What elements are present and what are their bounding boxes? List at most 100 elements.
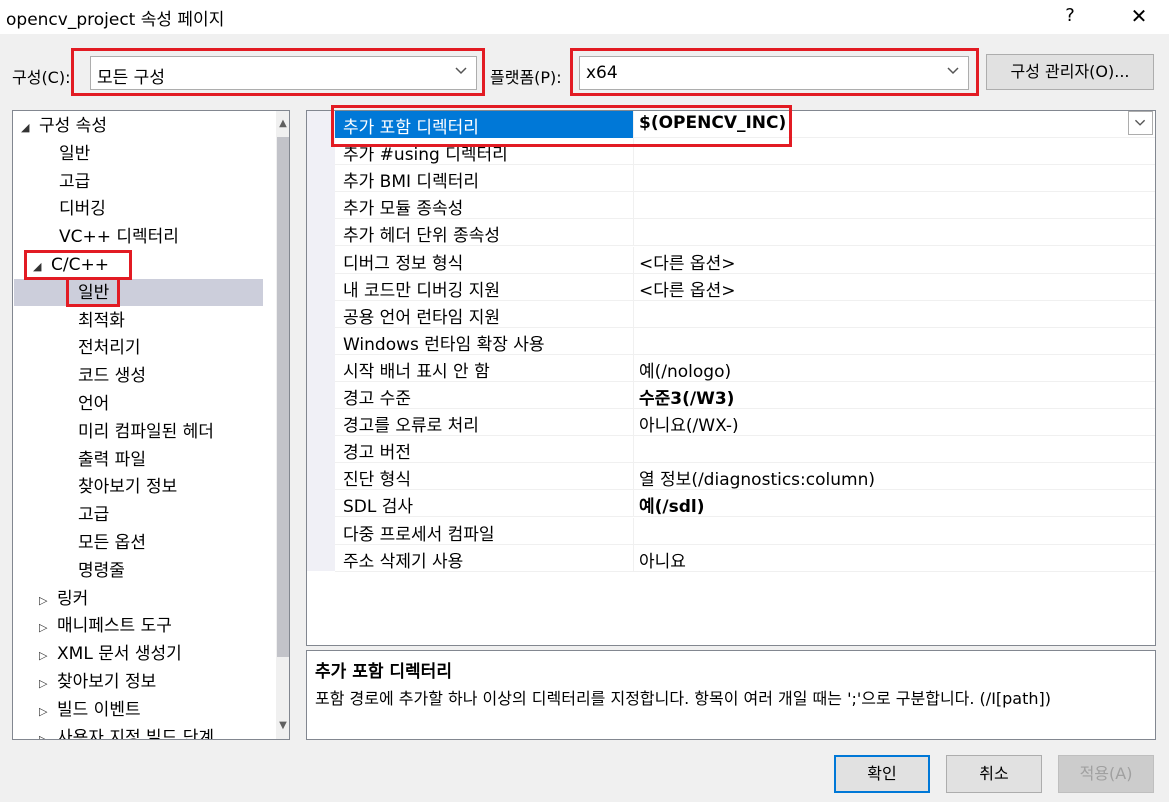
collapsed-arrow-icon[interactable]: ▷ xyxy=(39,587,57,614)
tree-item[interactable]: ▷ 링커 xyxy=(19,586,88,613)
property-row[interactable]: 경고를 오류로 처리 아니요(/WX-) xyxy=(335,409,1155,437)
property-row[interactable]: 추가 헤더 단위 종속성 xyxy=(335,219,1155,247)
help-button[interactable]: ? xyxy=(1055,3,1085,29)
tree-item-label: 빌드 이벤트 xyxy=(57,699,141,720)
column-separator xyxy=(633,246,634,274)
column-separator xyxy=(633,463,634,491)
property-row[interactable]: 추가 BMI 디렉터리 xyxy=(335,165,1155,193)
ok-button[interactable]: 확인 xyxy=(834,755,930,793)
property-name: 경고 버전 xyxy=(343,443,411,464)
collapsed-arrow-icon[interactable]: ▷ xyxy=(39,670,57,697)
collapsed-arrow-icon[interactable]: ▷ xyxy=(39,726,57,739)
tree-item-label: 일반 xyxy=(78,282,110,303)
property-value[interactable]: 열 정보(/diagnostics:column) xyxy=(639,465,875,490)
column-separator xyxy=(633,436,634,464)
property-name: 진단 형식 xyxy=(343,470,411,491)
tree-item[interactable]: 미리 컴파일된 헤더 xyxy=(19,419,214,446)
property-value[interactable]: $(OPENCV_INC) xyxy=(639,113,786,133)
property-row[interactable]: 디버그 정보 형식 <다른 옵션> xyxy=(335,246,1155,274)
expanded-arrow-icon[interactable]: ◢ xyxy=(33,253,51,280)
property-row[interactable]: 추가 #using 디렉터리 xyxy=(335,138,1155,166)
collapsed-arrow-icon[interactable]: ▷ xyxy=(39,642,57,669)
tree-item[interactable]: 고급 xyxy=(19,502,109,529)
tree-item[interactable]: 고급 xyxy=(19,169,90,196)
property-value[interactable]: 수준3(/W3) xyxy=(639,384,734,409)
property-value[interactable]: <다른 옵션> xyxy=(639,276,735,301)
platform-label: 플랫폼(P): xyxy=(490,68,562,87)
property-row[interactable]: 추가 포함 디렉터리 $(OPENCV_INC) xyxy=(335,111,1155,138)
tree-item[interactable]: 코드 생성 xyxy=(19,363,146,390)
platform-value: x64 xyxy=(586,63,618,83)
property-value[interactable]: 예(/nologo) xyxy=(639,357,731,382)
cancel-button[interactable]: 취소 xyxy=(946,755,1042,793)
property-row[interactable]: 진단 형식 열 정보(/diagnostics:column) xyxy=(335,463,1155,491)
property-row[interactable]: 추가 모듈 종속성 xyxy=(335,192,1155,220)
property-row[interactable]: 공용 언어 런타임 지원 xyxy=(335,300,1155,328)
tree-item[interactable]: 전처리기 xyxy=(19,335,141,362)
apply-button[interactable]: 적용(A) xyxy=(1058,755,1154,793)
column-separator xyxy=(633,544,634,572)
configuration-manager-button[interactable]: 구성 관리자(O)... xyxy=(986,54,1154,90)
property-row[interactable]: 경고 버전 xyxy=(335,436,1155,464)
scroll-up-icon[interactable]: ▲ xyxy=(276,113,289,135)
property-row[interactable]: 내 코드만 디버깅 지원 <다른 옵션> xyxy=(335,273,1155,301)
tree-item[interactable]: 모든 옵션 xyxy=(19,530,146,557)
property-row[interactable]: 경고 수준 수준3(/W3) xyxy=(335,382,1155,409)
property-value[interactable]: 예(/sdl) xyxy=(639,492,705,517)
tree-item[interactable]: ◢ 구성 속성 xyxy=(19,113,107,140)
tree-item[interactable]: ◢ C/C++ xyxy=(19,252,109,279)
close-button[interactable]: ✕ xyxy=(1124,3,1154,29)
tree-item-label: 찾아보기 정보 xyxy=(57,672,157,692)
property-value[interactable]: 아니요 xyxy=(639,547,686,572)
property-name: Windows 런타임 확장 사용 xyxy=(343,334,545,355)
tree-item-label: 전처리기 xyxy=(78,338,141,359)
expanded-arrow-icon[interactable]: ◢ xyxy=(21,114,39,141)
tree-item[interactable]: ▷ 사용자 지정 빌드 단계 xyxy=(19,725,214,739)
chevron-down-icon xyxy=(947,67,959,75)
tree-item-label: 최적화 xyxy=(78,310,125,331)
tree-item[interactable]: 최적화 xyxy=(19,308,125,335)
property-name: 추가 포함 디렉터리 xyxy=(343,118,479,138)
property-row[interactable]: 다중 프로세서 컴파일 xyxy=(335,517,1155,545)
property-value[interactable]: 아니요(/WX-) xyxy=(639,411,739,436)
description-panel: 추가 포함 디렉터리 포함 경로에 추가할 하나 이상의 디렉터리를 지정합니다… xyxy=(306,650,1156,740)
tree-item[interactable]: 명령줄 xyxy=(19,558,125,585)
tree-item[interactable]: 언어 xyxy=(19,391,109,418)
tree-item[interactable]: ▷ 매니페스트 도구 xyxy=(19,613,172,640)
tree-item-label: 구성 속성 xyxy=(39,116,107,136)
column-separator xyxy=(633,327,634,355)
tree-item[interactable]: ▷ 빌드 이벤트 xyxy=(19,697,141,724)
property-name: 시작 배너 표시 안 함 xyxy=(343,361,490,382)
scroll-thumb[interactable] xyxy=(277,137,289,657)
configuration-dropdown[interactable]: 모든 구성 xyxy=(90,56,477,90)
property-row[interactable]: 주소 삭제기 사용 아니요 xyxy=(335,544,1155,572)
collapsed-arrow-icon[interactable]: ▷ xyxy=(39,698,57,725)
tree-item[interactable]: ▷ XML 문서 생성기 xyxy=(19,641,182,668)
column-separator xyxy=(633,517,634,545)
column-separator xyxy=(633,409,634,437)
tree-item[interactable]: VC++ 디렉터리 xyxy=(19,224,179,251)
configuration-value: 모든 구성 xyxy=(97,68,165,88)
property-row[interactable]: 시작 배너 표시 안 함 예(/nologo) xyxy=(335,354,1155,382)
property-name: 다중 프로세서 컴파일 xyxy=(343,524,495,545)
description-title: 추가 포함 디렉터리 xyxy=(315,662,452,682)
tree-item[interactable]: 출력 파일 xyxy=(19,447,146,474)
property-name: 경고를 오류로 처리 xyxy=(343,416,479,437)
property-row[interactable]: Windows 런타임 확장 사용 xyxy=(335,327,1155,355)
grid-gutter xyxy=(307,111,335,571)
property-value[interactable]: <다른 옵션> xyxy=(639,249,735,274)
tree-item[interactable]: 찾아보기 정보 xyxy=(19,474,177,501)
property-name: 디버그 정보 형식 xyxy=(343,253,464,274)
collapsed-arrow-icon[interactable]: ▷ xyxy=(39,614,57,641)
platform-dropdown[interactable]: x64 xyxy=(579,56,969,90)
value-dropdown-button[interactable] xyxy=(1128,111,1153,135)
tree-item[interactable]: 일반 xyxy=(19,280,109,307)
tree-item[interactable]: ▷ 찾아보기 정보 xyxy=(19,669,156,696)
scroll-down-icon[interactable]: ▼ xyxy=(276,715,289,737)
tree-item[interactable]: 일반 xyxy=(19,141,90,168)
column-separator xyxy=(633,165,634,193)
tree-scrollbar[interactable]: ▲ ▼ xyxy=(276,111,289,739)
tree-item[interactable]: 디버깅 xyxy=(19,196,106,223)
tree-item-label: 링커 xyxy=(57,588,89,609)
property-row[interactable]: SDL 검사 예(/sdl) xyxy=(335,490,1155,518)
